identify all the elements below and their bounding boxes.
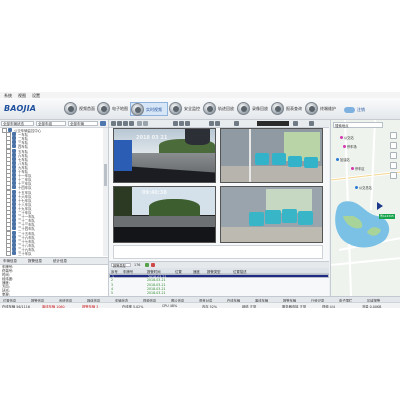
home-icon	[64, 102, 77, 115]
video-timestamp: 09:40:38	[142, 190, 167, 196]
track-icon	[203, 102, 216, 115]
logo: BAOJIA	[4, 104, 37, 113]
alarm-type-select[interactable]: 报警类型	[111, 263, 131, 268]
nav-label: 报表查询	[286, 106, 302, 111]
nav-label: 录像回放	[252, 106, 268, 111]
video-channel-3[interactable]: 09:40:38	[113, 186, 216, 243]
nav-label: 终端维护	[320, 106, 336, 111]
video-channel-2[interactable]	[220, 128, 323, 183]
filter-bar: 全部车辆状态 全部车组 全部车辆	[0, 120, 108, 128]
status-item: 在线率 5.02%	[122, 305, 144, 308]
layout-4-icon[interactable]	[117, 121, 122, 126]
folder-icon	[12, 251, 16, 255]
monitor-icon[interactable]	[215, 121, 220, 126]
tree-item-label: 三十车队	[18, 252, 32, 256]
zoom-out-icon[interactable]	[390, 172, 397, 179]
clear-icon[interactable]	[151, 263, 155, 267]
status-item: 服务器连接 正常	[282, 305, 307, 308]
tree-item[interactable]: 三十车队	[0, 251, 103, 256]
app-window: 系统 视图 设置 BAOJIA 视频首面 电子地图 实时视频 安全监控 轨迹回放…	[0, 92, 400, 308]
poi-label: 公交站	[344, 136, 354, 140]
poi-pin-icon[interactable]	[340, 136, 343, 139]
cloud-icon	[344, 107, 355, 113]
snapshot-icon[interactable]	[179, 121, 184, 126]
nav-maintenance-button[interactable]: 终端维护	[305, 102, 343, 116]
checkbox[interactable]	[6, 251, 11, 256]
layout-9-icon[interactable]	[123, 121, 128, 126]
nav-label: 实时视频	[146, 107, 162, 112]
ptz-icon[interactable]	[234, 121, 239, 126]
poi-label: 公交总站	[359, 186, 372, 190]
nav-label: 轨迹回放	[218, 106, 234, 111]
poi-pin-icon[interactable]	[355, 186, 358, 189]
video-channel-4[interactable]	[220, 186, 323, 243]
video-timestamp: 2018 03 21	[136, 135, 168, 141]
status-item: 视频 4/4	[322, 305, 335, 308]
nav-video-button[interactable]: 实时视频	[130, 102, 168, 116]
poi-label: 加油站	[340, 158, 350, 162]
status-item: CPU 48%	[162, 304, 178, 308]
layout-16-icon[interactable]	[129, 121, 134, 126]
map-icon	[97, 102, 110, 115]
nav-label: 电子地图	[112, 106, 128, 111]
poi-label: 停车场	[347, 145, 357, 149]
fullscreen-icon[interactable]	[137, 121, 142, 126]
record-icon[interactable]	[185, 121, 190, 126]
nav-label: 安全监控	[184, 106, 200, 111]
poi-pin-icon[interactable]	[336, 158, 339, 161]
search-icon[interactable]	[100, 121, 106, 126]
refresh-icon[interactable]	[145, 263, 149, 267]
status-bar: 在线车辆 56/1116 离线车辆 1060 报警车辆 3 在线率 5.02% CPU …	[0, 302, 400, 308]
close-icon[interactable]	[309, 121, 314, 126]
status-item: 流量 0.00KB	[362, 305, 382, 308]
layout-1-icon[interactable]	[111, 121, 116, 126]
tree-scrollbar[interactable]	[103, 128, 108, 256]
nav-label: 视频首面	[79, 106, 95, 111]
playback-icon	[237, 102, 250, 115]
nav-playback-button[interactable]: 录像回放	[237, 102, 275, 116]
group-filter-select[interactable]: 全部车组	[36, 121, 66, 126]
status-item: 报警车辆 3	[82, 305, 99, 308]
zoom-in-icon[interactable]	[390, 162, 397, 169]
volume-icon[interactable]	[173, 121, 178, 126]
logout-button[interactable]: 注销	[344, 106, 368, 114]
video-info-area	[113, 245, 323, 259]
talk-icon[interactable]	[209, 121, 214, 126]
report-icon	[271, 102, 284, 115]
poi-pin-icon[interactable]	[343, 145, 346, 148]
nav-track-button[interactable]: 轨迹回放	[203, 102, 241, 116]
video-toolbar	[109, 120, 329, 128]
shield-icon	[169, 102, 182, 115]
status-item: 在线车辆 56/1116	[2, 305, 30, 308]
vehicle-panel: 全部车辆状态 全部车组 全部车辆 公交车辆监控中心 一车队 二车队 三车队 四车队 五车队…	[0, 120, 109, 308]
map-search-input[interactable]: 搜索地点	[333, 122, 383, 128]
header: BAOJIA 视频首面 电子地图 实时视频 安全监控 轨迹回放 录像回放 报表查…	[0, 98, 400, 120]
stop-all-icon[interactable]	[143, 121, 148, 126]
traffic-icon[interactable]	[390, 142, 397, 149]
layers-icon[interactable]	[390, 132, 397, 139]
nav-security-button[interactable]: 安全监控	[169, 102, 207, 116]
logout-label: 注销	[357, 107, 365, 112]
vehicle-filter-select[interactable]: 全部车辆	[68, 121, 98, 126]
vehicle-tree: 公交车辆监控中心 一车队 二车队 三车队 四车队 五车队 六车队 七车队 八车队 九车队 十车队 十一…	[0, 128, 103, 256]
poi-label: 停车区	[355, 167, 365, 171]
map-panel: 搜索地点 公交站 停车场 加油站 停车区 公交总站 粤A12345	[330, 120, 400, 296]
maintenance-icon	[305, 102, 318, 115]
settings-icon[interactable]	[293, 121, 298, 126]
alarm-count: 176	[134, 263, 141, 267]
map-tools	[389, 132, 398, 188]
video-icon	[131, 103, 144, 116]
status-item: 内存 52%	[202, 305, 217, 308]
status-filter-select[interactable]: 全部车辆状态	[1, 121, 34, 126]
vehicle-marker-label[interactable]: 粤A12345	[380, 214, 394, 218]
status-item: 离线车辆 1060	[42, 305, 65, 308]
poi-pin-icon[interactable]	[351, 167, 354, 170]
video-area: 2018 03 21 09:40:38 报警类型 176 序号 车牌号 报警时间…	[109, 120, 329, 308]
video-channel-1[interactable]: 2018 03 21	[113, 128, 216, 183]
status-item: 网络 正常	[242, 305, 257, 308]
alarm-table-toolbar: 报警类型 176	[109, 261, 329, 268]
nav-report-button[interactable]: 报表查询	[271, 102, 309, 116]
video-title-bar	[257, 121, 289, 126]
ruler-icon[interactable]	[390, 152, 397, 159]
